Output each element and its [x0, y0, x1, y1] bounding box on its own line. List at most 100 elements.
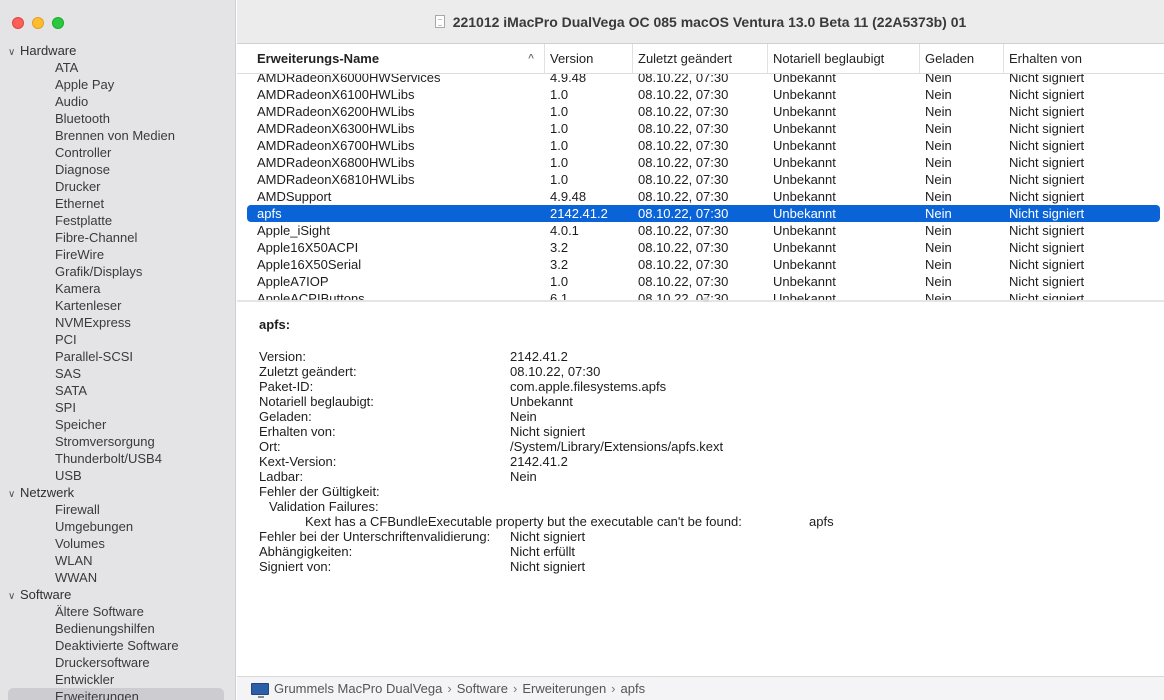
table-cell: Nicht signiert: [1009, 87, 1085, 102]
sidebar-item-ata[interactable]: ATA: [0, 59, 235, 76]
table-row[interactable]: AMDRadeonX6810HWLibs 1.0 08.10.22, 07:30 Un…: [237, 171, 1164, 188]
table-row[interactable]: AMDRadeonX6700HWLibs 1.0 08.10.22, 07:30 Un…: [237, 137, 1164, 154]
table-cell: Nein: [925, 206, 952, 221]
table-cell: Nein: [925, 87, 952, 102]
sidebar-item-spi[interactable]: SPI: [0, 399, 235, 416]
sidebar-item-audio[interactable]: Audio: [0, 93, 235, 110]
sidebar-item-umgebungen[interactable]: Umgebungen: [0, 518, 235, 535]
table-row[interactable]: apfs 2142.41.2 08.10.22, 07:30 Unbekannt Nei…: [247, 205, 1160, 222]
detail-value: com.apple.filesystems.apfs: [510, 379, 667, 394]
window-title-text: 221012 iMacPro DualVega OC 085 macOS Ven…: [452, 13, 967, 30]
detail-row: Zuletzt geändert: 08.10.22, 07:30: [259, 364, 1139, 379]
table-cell: Nicht signiert: [1009, 274, 1085, 289]
table-row[interactable]: AppleA7IOP 1.0 08.10.22, 07:30 Unbekannt Nei…: [237, 273, 1164, 290]
column-header-version[interactable]: Version: [544, 44, 632, 74]
table-row[interactable]: Apple16X50ACPI 3.2 08.10.22, 07:30 Unbekann…: [237, 239, 1164, 256]
column-header-notariell-beglaubigt[interactable]: Notariell beglaubigt: [767, 44, 919, 74]
table-row[interactable]: AMDRadeonX6200HWLibs 1.0 08.10.22, 07:30 Un…: [237, 103, 1164, 120]
sidebar-item-erweiterungen[interactable]: Erweiterungen: [8, 688, 224, 700]
sidebar-item-bluetooth[interactable]: Bluetooth: [0, 110, 235, 127]
sidebar-item-sata[interactable]: SATA: [0, 382, 235, 399]
table-cell: 3.2: [550, 257, 569, 272]
detail-key: Geladen:: [259, 409, 312, 424]
detail-row: Notariell beglaubigt: Unbekannt: [259, 394, 1139, 409]
sidebar-item-thunderbolt-usb4[interactable]: Thunderbolt/USB4: [0, 450, 235, 467]
table-cell: Unbekannt: [773, 87, 836, 102]
chevron-down-icon[interactable]: ∨: [8, 588, 20, 605]
detail-row: Ladbar: Nein: [259, 469, 1139, 484]
table-cell: 08.10.22, 07:30: [638, 87, 729, 102]
detail-key: Kext has a CFBundleExecutable property b…: [305, 514, 742, 529]
detail-key: Fehler bei der Unterschriftenvalidierung…: [259, 529, 491, 544]
chevron-down-icon[interactable]: ∨: [8, 44, 20, 61]
sidebar-item-brennen-von-medien[interactable]: Brennen von Medien: [0, 127, 235, 144]
sidebar-item-kartenleser[interactable]: Kartenleser: [0, 297, 235, 314]
table-row[interactable]: AMDRadeonX6300HWLibs 1.0 08.10.22, 07:30 Un…: [237, 120, 1164, 137]
sidebar-item-diagnose[interactable]: Diagnose: [0, 161, 235, 178]
close-button[interactable]: [12, 17, 24, 29]
breadcrumb-erweiterungen[interactable]: Erweiterungen: [522, 681, 606, 696]
sidebar-item-wlan[interactable]: WLAN: [0, 552, 235, 569]
sidebar-item-ältere-software[interactable]: Ältere Software: [0, 603, 235, 620]
sidebar-item-volumes[interactable]: Volumes: [0, 535, 235, 552]
sidebar-group-hardware[interactable]: ∨ Hardware: [0, 42, 235, 61]
sidebar-item-firewire[interactable]: FireWire: [0, 246, 235, 263]
sidebar-group-netzwerk[interactable]: ∨ Netzwerk: [0, 484, 235, 503]
table-row[interactable]: AMDSupport 4.9.48 08.10.22, 07:30 Unbekannt…: [237, 188, 1164, 205]
column-header-erhalten-von[interactable]: Erhalten von: [1003, 44, 1153, 74]
sidebar-item-usb[interactable]: USB: [0, 467, 235, 484]
table-cell: AMDRadeonX6200HWLibs: [257, 104, 415, 119]
sidebar-item-grafik-displays[interactable]: Grafik/Displays: [0, 263, 235, 280]
table-cell: 1.0: [550, 274, 569, 289]
column-header-zuletzt-geändert[interactable]: Zuletzt geändert: [632, 44, 767, 74]
table-row[interactable]: Apple_iSight 4.0.1 08.10.22, 07:30 Unbekann…: [237, 222, 1164, 239]
zoom-button[interactable]: [52, 17, 64, 29]
column-header-erweiterungs-name[interactable]: Erweiterungs-Name ^: [247, 44, 544, 74]
chevron-down-icon[interactable]: ∨: [8, 486, 20, 503]
table-cell: 1.0: [550, 172, 569, 187]
sidebar-group-software[interactable]: ∨ Software: [0, 586, 235, 605]
table-cell: Nein: [925, 257, 952, 272]
detail-row: Paket-ID: com.apple.filesystems.apfs: [259, 379, 1139, 394]
breadcrumb-apfs[interactable]: apfs: [621, 681, 646, 696]
table-row[interactable]: AMDRadeonX6100HWLibs 1.0 08.10.22, 07:30 Un…: [237, 86, 1164, 103]
sidebar-item-parallel-scsi[interactable]: Parallel-SCSI: [0, 348, 235, 365]
breadcrumb-grummels-macpro-dualvega[interactable]: Grummels MacPro DualVega: [274, 681, 442, 696]
detail-row: Kext has a CFBundleExecutable property b…: [259, 514, 1139, 529]
sidebar-item-drucker[interactable]: Drucker: [0, 178, 235, 195]
sidebar-item-fibre-channel[interactable]: Fibre-Channel: [0, 229, 235, 246]
detail-row: Validation Failures:: [259, 499, 1139, 514]
table-cell: Unbekannt: [773, 155, 836, 170]
sidebar-item-pci[interactable]: PCI: [0, 331, 235, 348]
breadcrumb-software[interactable]: Software: [457, 681, 508, 696]
sidebar-item-firewall[interactable]: Firewall: [0, 501, 235, 518]
sidebar-item-controller[interactable]: Controller: [0, 144, 235, 161]
window-title: 221012 iMacPro DualVega OC 085 macOS Ven…: [434, 13, 967, 30]
table-cell: Nicht signiert: [1009, 223, 1085, 238]
sidebar-item-apple-pay[interactable]: Apple Pay: [0, 76, 235, 93]
sort-ascending-icon[interactable]: ^: [528, 44, 534, 74]
sidebar-item-bedienungshilfen[interactable]: Bedienungshilfen: [0, 620, 235, 637]
sidebar-item-kamera[interactable]: Kamera: [0, 280, 235, 297]
sidebar-item-festplatte[interactable]: Festplatte: [0, 212, 235, 229]
sidebar-item-entwickler[interactable]: Entwickler: [0, 671, 235, 688]
sidebar-item-speicher[interactable]: Speicher: [0, 416, 235, 433]
sidebar-item-deaktivierte-software[interactable]: Deaktivierte Software: [0, 637, 235, 654]
table-cell: Nein: [925, 189, 952, 204]
sidebar-item-ethernet[interactable]: Ethernet: [0, 195, 235, 212]
table-cell: 1.0: [550, 87, 569, 102]
table-row[interactable]: Apple16X50Serial 3.2 08.10.22, 07:30 Unbeka…: [237, 256, 1164, 273]
minimize-button[interactable]: [32, 17, 44, 29]
table-cell: 1.0: [550, 104, 569, 119]
sidebar-item-wwan[interactable]: WWAN: [0, 569, 235, 586]
sidebar-item-sas[interactable]: SAS: [0, 365, 235, 382]
column-header-geladen[interactable]: Geladen: [919, 44, 1003, 74]
table-row[interactable]: AMDRadeonX6800HWLibs 1.0 08.10.22, 07:30 Un…: [237, 154, 1164, 171]
sidebar-item-stromversorgung[interactable]: Stromversorgung: [0, 433, 235, 450]
detail-key: Erhalten von:: [259, 424, 336, 439]
table-cell: Nein: [925, 223, 952, 238]
sidebar-item-nvmexpress[interactable]: NVMExpress: [0, 314, 235, 331]
detail-value: Nicht signiert: [510, 529, 586, 544]
table-row[interactable]: AppleACPIButtons 6.1 08.10.22, 07:30 Unbeka…: [237, 290, 1164, 300]
sidebar-item-druckersoftware[interactable]: Druckersoftware: [0, 654, 235, 671]
